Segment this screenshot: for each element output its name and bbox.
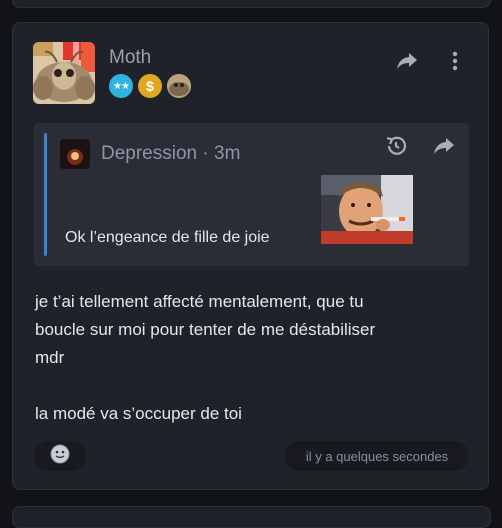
quoted-text: Ok l’engeance de fille de joie: [65, 229, 270, 246]
star-badge-icon: ★★: [109, 74, 133, 98]
previous-post-card: [12, 0, 491, 8]
quoted-author-name[interactable]: Depression: [101, 143, 197, 164]
smiley-icon: [50, 444, 70, 469]
body-line: mdr: [35, 348, 65, 367]
post-body: je t’ai tellement affecté mentalement, q…: [35, 288, 475, 428]
body-line: je t’ai tellement affecté mentalement, q…: [35, 292, 364, 311]
quoted-sticker-image[interactable]: [321, 175, 413, 244]
body-line: boucle sur moi pour tenter de me déstabi…: [35, 320, 376, 339]
quoted-message[interactable]: Depression · 3m Ok l’engeance de fille d…: [34, 123, 469, 266]
body-line: la modé va s’occuper de toi: [35, 404, 242, 423]
next-post-card: [12, 506, 491, 528]
quoted-author-meta: Depression · 3m: [101, 143, 240, 165]
more-vertical-icon[interactable]: [442, 48, 468, 74]
add-reaction-button[interactable]: [34, 441, 86, 471]
dollar-badge-icon: $: [138, 74, 162, 98]
share-arrow-icon[interactable]: [394, 48, 420, 74]
author-badges: ★★ $: [109, 74, 191, 98]
body-line: [35, 372, 475, 400]
reply-arrow-icon[interactable]: [431, 133, 457, 159]
quote-accent-bar: [44, 133, 47, 256]
quoted-author-avatar[interactable]: [60, 139, 90, 169]
moth-badge-icon: [167, 74, 191, 98]
meta-separator: ·: [202, 143, 209, 164]
author-name[interactable]: Moth: [109, 47, 151, 69]
post-timestamp: il y a quelques secondes: [285, 441, 469, 471]
quoted-time: 3m: [214, 143, 241, 164]
post-card: Moth ★★ $ Depression · 3m Ok l’engeance …: [12, 22, 489, 490]
history-icon[interactable]: [383, 133, 409, 159]
author-avatar[interactable]: [33, 42, 95, 104]
